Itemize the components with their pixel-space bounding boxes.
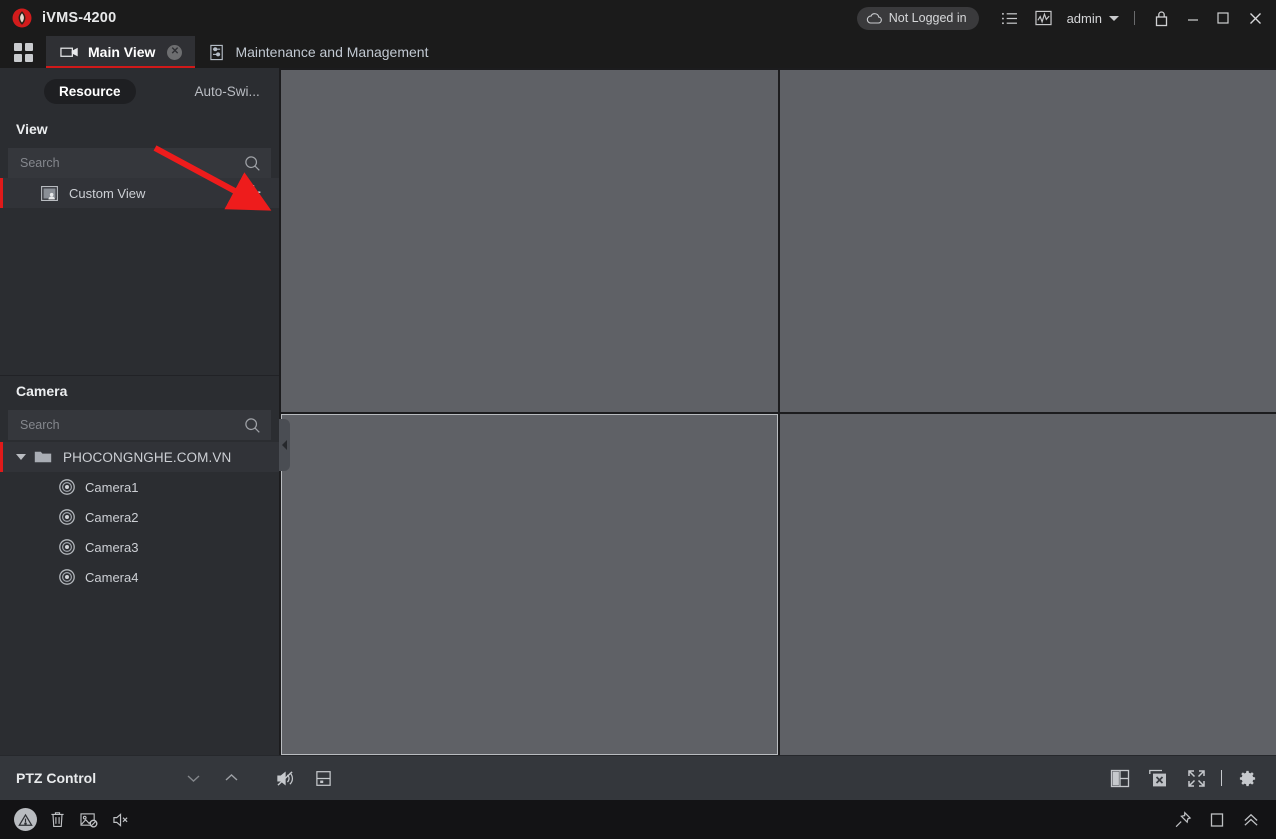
- search-icon[interactable]: [244, 417, 261, 434]
- title-bar: iVMS-4200 Not Logged in admin: [0, 0, 1276, 36]
- chevron-down-icon: [1109, 15, 1119, 21]
- view-tree: Custom View ＋: [0, 178, 279, 375]
- video-grid: [279, 68, 1276, 755]
- camera-label: Camera3: [85, 539, 139, 555]
- camera-label: Camera2: [85, 509, 139, 525]
- sidebar-collapse-handle[interactable]: [279, 419, 290, 471]
- search-icon[interactable]: [244, 155, 261, 172]
- plus-icon[interactable]: ＋: [244, 184, 271, 203]
- lock-icon[interactable]: [1144, 0, 1178, 36]
- save-icon[interactable]: [304, 756, 342, 800]
- app-title: iVMS-4200: [42, 10, 117, 26]
- window-icon[interactable]: [1202, 800, 1232, 839]
- tab-close-icon[interactable]: ✕: [167, 44, 183, 60]
- user-menu[interactable]: admin: [1061, 11, 1125, 26]
- status-right-tools: [1168, 800, 1276, 839]
- video-cell-2[interactable]: [779, 70, 1276, 412]
- ptz-control-label: PTZ Control: [16, 770, 97, 786]
- speaker-mute-icon[interactable]: [266, 756, 304, 800]
- statistics-chart-icon[interactable]: [1027, 0, 1061, 36]
- folder-icon: [34, 450, 52, 464]
- maximize-icon[interactable]: [1208, 0, 1238, 36]
- pin-icon[interactable]: [1168, 800, 1198, 839]
- minimize-icon[interactable]: [1178, 0, 1208, 36]
- camera-row[interactable]: Camera4: [0, 562, 279, 592]
- view-item-label: Custom View: [69, 185, 146, 201]
- user-name-label: admin: [1066, 10, 1102, 26]
- camera-lens-icon: [59, 569, 75, 585]
- camera-tree: PHOCONGNGHE.COM.VN Camera1 Camera2 Camer…: [0, 440, 279, 755]
- fullscreen-icon[interactable]: [1177, 756, 1215, 800]
- alarm-warning-icon[interactable]: [10, 800, 40, 839]
- sliders-icon: [209, 44, 226, 61]
- cloud-login-label: Not Logged in: [888, 11, 967, 25]
- camera-panel: Camera Search PHOCONGNGHE.COM.VN Camera1…: [0, 375, 279, 755]
- tab-bar: Main View ✕ Maintenance and Management: [0, 36, 1276, 68]
- video-camera-icon: [60, 45, 79, 59]
- status-left-tools: [0, 800, 136, 839]
- app-brand: iVMS-4200: [0, 8, 116, 28]
- cloud-icon: [866, 12, 883, 25]
- titlebar-divider: [1134, 11, 1135, 25]
- ivms-application-window: iVMS-4200 Not Logged in admin Main View …: [0, 0, 1276, 839]
- title-bar-controls: Not Logged in admin: [856, 0, 1276, 36]
- viewer-toolbar: [1101, 756, 1276, 800]
- close-window-icon[interactable]: [1139, 756, 1177, 800]
- segment-auto-switch[interactable]: Auto-Swi...: [180, 79, 275, 104]
- sound-off-icon[interactable]: [106, 800, 136, 839]
- view-search-input[interactable]: Search: [8, 148, 271, 178]
- tab-label: Maintenance and Management: [235, 44, 429, 60]
- segment-resource[interactable]: Resource: [44, 78, 136, 104]
- camera-label: Camera1: [85, 479, 139, 495]
- close-icon[interactable]: [1238, 0, 1272, 36]
- video-cell-4[interactable]: [779, 413, 1276, 755]
- apps-grid-icon[interactable]: [0, 36, 46, 68]
- sidebar-segment-tabs: Resource Auto-Swi...: [0, 68, 279, 114]
- camera-row[interactable]: Camera1: [0, 472, 279, 502]
- camera-search-placeholder: Search: [20, 418, 60, 432]
- camera-group-label: PHOCONGNGHE.COM.VN: [63, 449, 232, 465]
- left-sidebar: Resource Auto-Swi... View Search Custom …: [0, 68, 279, 755]
- window-layout-icon[interactable]: [1101, 756, 1139, 800]
- chevrons-up-icon[interactable]: [1236, 800, 1266, 839]
- cloud-login-status[interactable]: Not Logged in: [856, 6, 979, 30]
- triangle-down-icon[interactable]: [16, 454, 26, 460]
- camera-lens-icon: [59, 539, 75, 555]
- camera-search-input[interactable]: Search: [8, 410, 271, 440]
- hik-logo-icon: [12, 8, 32, 28]
- image-disabled-icon[interactable]: [74, 800, 104, 839]
- status-bar: [0, 800, 1276, 839]
- view-search-placeholder: Search: [20, 156, 60, 170]
- view-item-custom-view[interactable]: Custom View ＋: [0, 178, 279, 208]
- gear-icon[interactable]: [1228, 756, 1266, 800]
- main-content: Resource Auto-Swi... View Search Custom …: [0, 68, 1276, 755]
- camera-lens-icon: [59, 509, 75, 525]
- camera-group-row[interactable]: PHOCONGNGHE.COM.VN: [0, 442, 279, 472]
- video-cell-3[interactable]: [281, 413, 778, 755]
- collapse-left-icon: [282, 440, 287, 450]
- tab-maintenance-management[interactable]: Maintenance and Management: [195, 36, 441, 68]
- camera-panel-title: Camera: [0, 376, 279, 406]
- camera-lens-icon: [59, 479, 75, 495]
- video-cell-1[interactable]: [281, 70, 778, 412]
- custom-view-icon: [41, 185, 58, 201]
- view-panel-title: View: [0, 114, 279, 144]
- task-list-icon[interactable]: [993, 0, 1027, 36]
- trash-icon[interactable]: [42, 800, 72, 839]
- tab-main-view[interactable]: Main View ✕: [46, 36, 196, 68]
- camera-row[interactable]: Camera2: [0, 502, 279, 532]
- video-viewer: [279, 68, 1276, 755]
- chevron-down-icon[interactable]: [174, 756, 212, 800]
- ptz-control-bar: PTZ Control: [0, 755, 1276, 800]
- chevron-up-icon[interactable]: [212, 756, 250, 800]
- toolbar-divider: [1221, 770, 1222, 786]
- camera-label: Camera4: [85, 569, 139, 585]
- camera-row[interactable]: Camera3: [0, 532, 279, 562]
- tab-label: Main View: [88, 44, 156, 60]
